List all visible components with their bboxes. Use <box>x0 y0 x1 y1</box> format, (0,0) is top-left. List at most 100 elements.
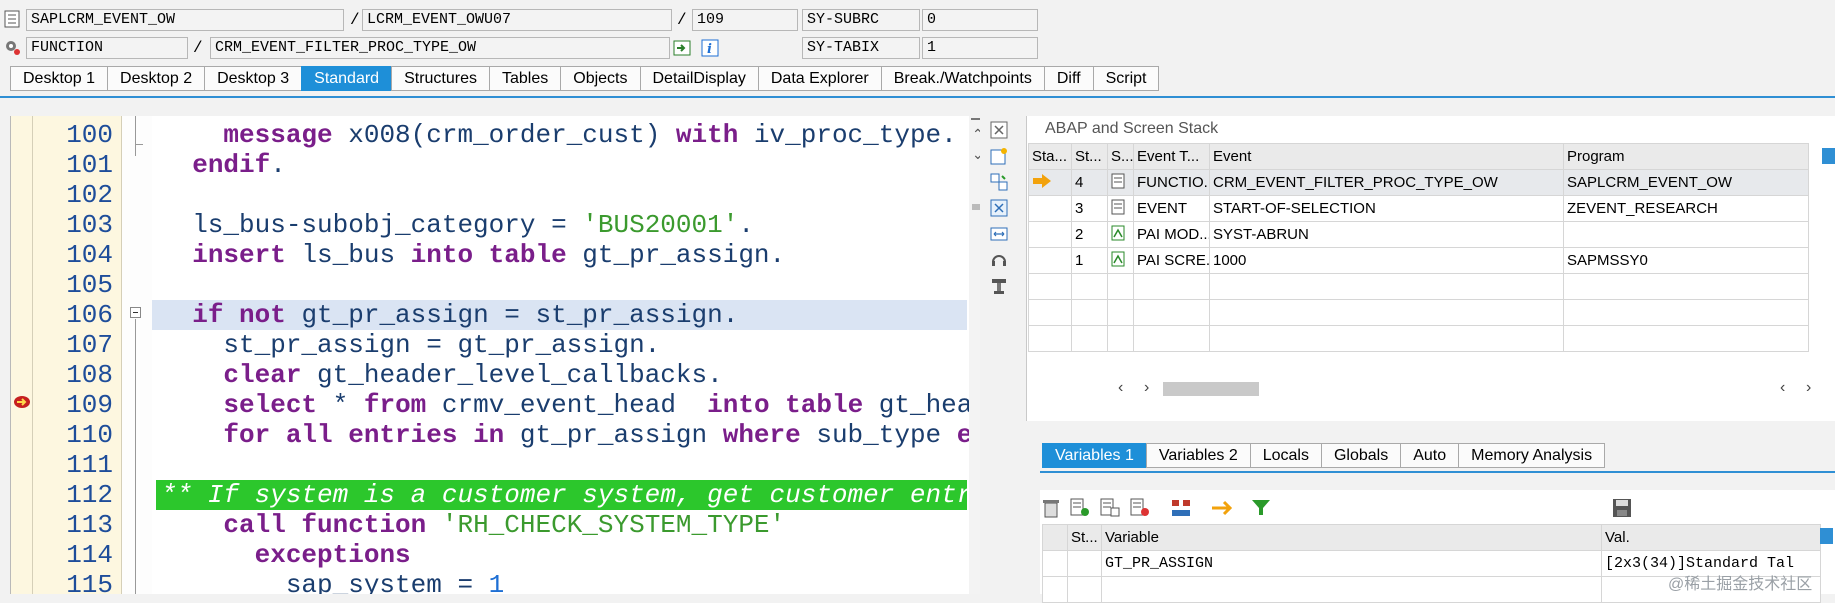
event-type: EVENT <box>1133 195 1210 222</box>
debugger-position-icon[interactable] <box>13 394 31 415</box>
table-settings-icon[interactable] <box>1820 528 1833 544</box>
col-header-variable[interactable]: Variable <box>1101 524 1602 551</box>
delete-icon[interactable] <box>1042 498 1060 523</box>
event-name: SYST-ABRUN <box>1209 221 1564 248</box>
col-header-event-type[interactable]: Event T... <box>1133 143 1210 170</box>
variable-name[interactable]: GT_PR_ASSIGN <box>1101 550 1602 577</box>
resize-icon[interactable] <box>988 224 1010 244</box>
program-name: SAPLCRM_EVENT_OW <box>1563 169 1809 196</box>
stack-level: 2 <box>1071 221 1108 248</box>
stack-hscroll-thumb[interactable] <box>1163 382 1259 396</box>
tab-data-explorer[interactable]: Data Explorer <box>757 66 881 91</box>
remove-row-icon[interactable] <box>1130 498 1150 523</box>
new-pane-icon[interactable] <box>988 146 1010 166</box>
tab-script[interactable]: Script <box>1092 66 1160 91</box>
tab-variables-2[interactable]: Variables 2 <box>1145 443 1250 468</box>
insert-row-icon[interactable] <box>1070 498 1090 523</box>
tab-objects[interactable]: Objects <box>560 66 640 91</box>
tools-icon[interactable] <box>988 276 1010 296</box>
col-header-status[interactable]: St... <box>1067 524 1102 551</box>
fold-line <box>135 116 136 156</box>
stack-row[interactable]: 4 FUNCTIO... CRM_EVENT_FILTER_PROC_TYPE_… <box>1028 169 1809 196</box>
col-header-program[interactable]: Program <box>1563 143 1809 170</box>
stack-scroll-right2-icon[interactable]: › <box>1806 379 1811 397</box>
empty-row <box>1028 325 1809 352</box>
code-line: endif. <box>192 150 286 180</box>
move-icon[interactable] <box>1210 498 1233 523</box>
col-header-stack-level[interactable]: St... <box>1071 143 1108 170</box>
event-name-field[interactable]: CRM_EVENT_FILTER_PROC_TYPE_OW <box>210 37 670 59</box>
copy-row-icon[interactable] <box>1100 498 1120 523</box>
tab-diff[interactable]: Diff <box>1043 66 1093 91</box>
line-number: 115 <box>66 570 113 594</box>
navigate-icon[interactable] <box>672 38 692 58</box>
tab-desktop-2[interactable]: Desktop 2 <box>107 66 205 91</box>
swap-pane-icon[interactable] <box>988 172 1010 192</box>
event-type-field[interactable]: FUNCTION <box>26 37 188 59</box>
subrc-value[interactable]: 0 <box>922 9 1038 31</box>
line-field[interactable]: 109 <box>692 9 798 31</box>
col-header-status[interactable]: Sta... <box>1028 143 1072 170</box>
stack-level: 3 <box>1071 195 1108 222</box>
tabix-value[interactable]: 1 <box>922 37 1038 59</box>
stack-row[interactable]: 1 PAI SCRE... 1000 SAPMSSY0 <box>1028 247 1809 274</box>
code-line: ls_bus-subobj_category = 'BUS20001'. <box>161 210 754 240</box>
code-line: for all entries in gt_pr_assign where su… <box>223 420 973 450</box>
line-number: 111 <box>66 450 113 480</box>
tab-structures[interactable]: Structures <box>391 66 489 91</box>
close-pane-icon[interactable] <box>988 120 1010 140</box>
event-name: START-OF-SELECTION <box>1209 195 1564 222</box>
stack-scroll-left-icon[interactable]: ‹ <box>1118 379 1123 397</box>
col-header-value[interactable]: Val. <box>1601 524 1821 551</box>
tab-memory-analysis[interactable]: Memory Analysis <box>1458 443 1606 468</box>
maximize-icon[interactable] <box>988 198 1010 218</box>
current-stack-arrow-icon <box>1028 169 1072 196</box>
tab-locals[interactable]: Locals <box>1249 443 1321 468</box>
collapse-icon[interactable] <box>130 307 141 318</box>
editor-toolbar <box>980 116 1018 594</box>
status-cell <box>1028 221 1072 248</box>
comment-line: ** If system is a customer system, get c… <box>161 480 981 510</box>
line-number: 109 <box>66 390 113 420</box>
info-icon[interactable]: i <box>700 38 720 58</box>
tab-desktop-1[interactable]: Desktop 1 <box>10 66 108 91</box>
tab-variables-1[interactable]: Variables 1 <box>1042 443 1146 468</box>
event-type: FUNCTIO... <box>1133 169 1210 196</box>
tab-tables[interactable]: Tables <box>489 66 561 91</box>
tab-detail-display[interactable]: DetailDisplay <box>639 66 758 91</box>
code-line: call function 'RH_CHECK_SYSTEM_TYPE' <box>223 510 786 540</box>
program-name <box>1563 221 1809 248</box>
stack-scroll-right-icon[interactable]: › <box>1144 379 1149 397</box>
stack-row[interactable]: 2 PAI MOD... SYST-ABRUN <box>1028 221 1809 248</box>
code-line: insert ls_bus into table gt_pr_assign. <box>192 240 786 270</box>
row-selector[interactable] <box>1042 550 1068 577</box>
line-number: 110 <box>66 420 113 450</box>
variables-tab-strip: Variables 1 Variables 2 Locals Globals A… <box>1042 443 1606 468</box>
tabix-label: SY-TABIX <box>802 37 920 59</box>
col-header-s[interactable]: S... <box>1107 143 1134 170</box>
line-number: 100 <box>66 120 113 150</box>
col-header-event[interactable]: Event <box>1209 143 1564 170</box>
include-field[interactable]: LCRM_EVENT_OWU07 <box>362 9 672 31</box>
stack-row[interactable]: 3 EVENT START-OF-SELECTION ZEVENT_RESEAR… <box>1028 195 1809 222</box>
program-field[interactable]: SAPLCRM_EVENT_OW <box>26 9 344 31</box>
tab-underline <box>0 96 1835 98</box>
expand-icon[interactable] <box>1170 498 1192 523</box>
stack-title: ABAP and Screen Stack <box>1045 120 1219 137</box>
filter-icon[interactable] <box>1250 498 1272 523</box>
breakpoint-gutter[interactable] <box>11 116 33 594</box>
tab-breakpoints[interactable]: Break./Watchpoints <box>880 66 1044 91</box>
tab-desktop-3[interactable]: Desktop 3 <box>204 66 302 91</box>
source-code-editor[interactable]: 100 message x008(crm_order_cust) with iv… <box>10 116 981 594</box>
table-settings-icon[interactable] <box>1822 148 1835 164</box>
save-icon[interactable] <box>1612 498 1632 523</box>
event-name: CRM_EVENT_FILTER_PROC_TYPE_OW <box>1209 169 1564 196</box>
tab-globals[interactable]: Globals <box>1320 443 1401 468</box>
fold-line <box>135 319 136 594</box>
headset-icon[interactable] <box>988 250 1010 270</box>
tab-standard[interactable]: Standard <box>301 66 392 91</box>
stack-scroll-left2-icon[interactable]: ‹ <box>1780 379 1785 397</box>
code-line: if not gt_pr_assign = st_pr_assign. <box>192 300 739 330</box>
tab-auto[interactable]: Auto <box>1400 443 1459 468</box>
empty-row <box>1028 299 1809 326</box>
